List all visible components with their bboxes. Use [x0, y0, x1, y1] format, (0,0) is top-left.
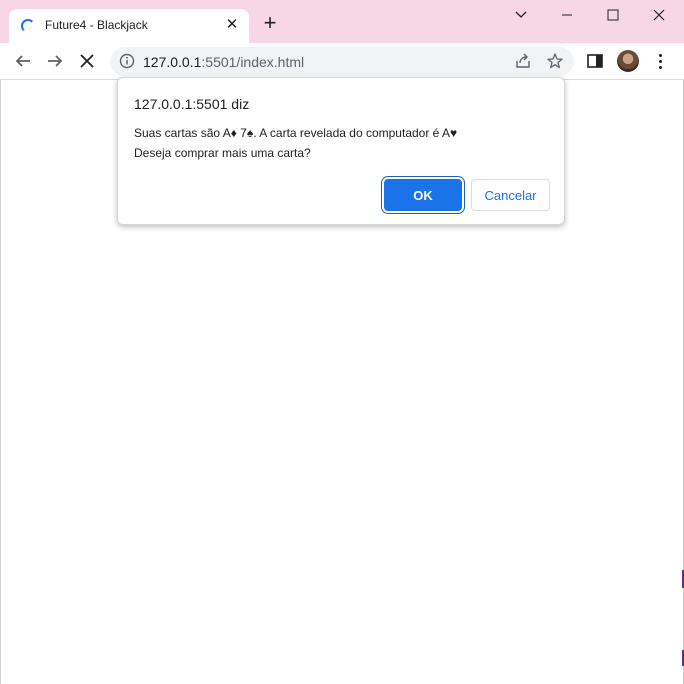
tab-title: Future4 - Blackjack — [45, 18, 148, 32]
url-path: :5501/index.html — [201, 54, 305, 70]
ok-button[interactable]: OK — [384, 179, 462, 211]
confirm-dialog: 127.0.0.1:5501 diz Suas cartas são A♦ 7♠… — [117, 77, 565, 225]
tab-close-icon[interactable]: ✕ — [222, 15, 242, 35]
title-bar: Future4 - Blackjack ✕ + — [0, 0, 684, 43]
dialog-title: 127.0.0.1:5501 diz — [134, 96, 250, 112]
address-bar[interactable]: 127.0.0.1:5501/index.html — [110, 47, 574, 76]
menu-kebab-icon[interactable] — [652, 52, 668, 70]
back-arrow-icon[interactable] — [11, 49, 35, 73]
minimize-icon[interactable] — [556, 4, 578, 26]
window-close-icon[interactable] — [648, 4, 670, 26]
url-host: 127.0.0.1 — [143, 54, 202, 70]
loading-spinner-icon — [21, 19, 35, 33]
share-icon[interactable] — [514, 52, 532, 70]
stop-loading-icon[interactable] — [75, 49, 99, 73]
forward-arrow-icon[interactable] — [43, 49, 67, 73]
cancel-button[interactable]: Cancelar — [471, 179, 550, 211]
dialog-question: Deseja comprar mais uma carta? — [134, 146, 311, 160]
new-tab-button[interactable]: + — [260, 12, 280, 34]
bookmark-star-icon[interactable] — [546, 52, 564, 70]
browser-tab[interactable]: Future4 - Blackjack ✕ — [9, 9, 249, 43]
maximize-icon[interactable] — [602, 4, 624, 26]
url-text[interactable]: 127.0.0.1:5501/index.html — [143, 54, 304, 70]
side-panel-icon[interactable] — [586, 52, 604, 70]
browser-toolbar: 127.0.0.1:5501/index.html — [0, 43, 684, 80]
dialog-message: Suas cartas são A♦ 7♠. A carta revelada … — [134, 126, 458, 140]
site-info-icon[interactable] — [119, 53, 135, 69]
tab-search-chevron-icon[interactable] — [510, 4, 532, 26]
profile-avatar[interactable] — [617, 50, 639, 72]
